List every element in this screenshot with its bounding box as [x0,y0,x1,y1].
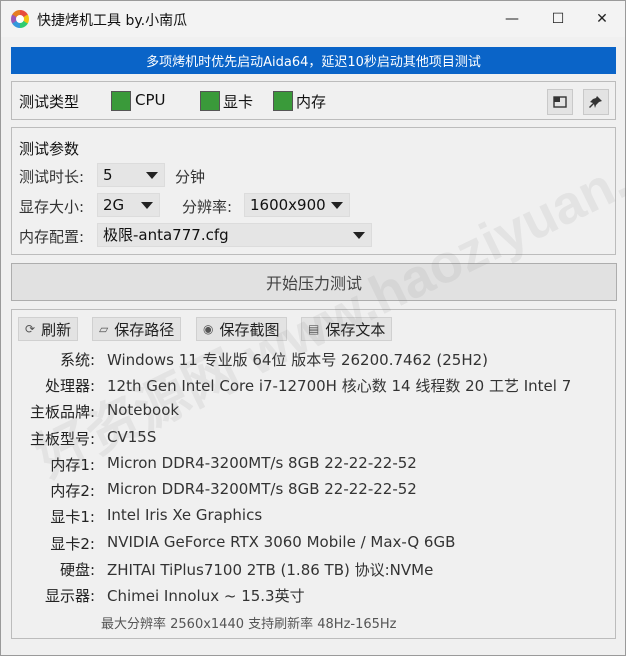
document-icon: ▤ [308,322,320,336]
window-title: 快捷烤机工具 by.小南瓜 [37,13,188,29]
chevron-down-icon [353,232,365,239]
save-screenshot-label: 保存截图 [219,320,280,339]
info-banner: 多项烤机时优先启动Aida64，延迟10秒启动其他项目测试 [11,47,616,74]
info-label: 显卡1: [50,508,95,526]
folder-icon: ▱ [99,322,109,336]
start-stress-test-button[interactable]: 开始压力测试 [11,263,617,301]
resolution-value: 1600x900 [250,196,326,214]
memory-config-value: 极限-anta777.cfg [103,226,229,244]
refresh-icon: ⟳ [25,322,36,336]
refresh-label: 刷新 [41,320,72,339]
app-logo-icon [11,10,29,28]
save-path-button[interactable]: ▱ 保存路径 [92,317,182,341]
info-value-disk: ZHITAI TiPlus7100 2TB (1.86 TB) 协议:NVMe [107,561,434,579]
chevron-down-icon [146,172,158,179]
camera-icon: ◉ [203,322,214,336]
resolution-select[interactable]: 1600x900 [244,193,350,217]
vram-label: 显存大小: [19,198,85,216]
refresh-button[interactable]: ⟳ 刷新 [18,317,79,341]
memory-checkbox-label[interactable]: 内存 [296,91,326,112]
minimize-button[interactable]: — [489,1,535,37]
info-label: 主板品牌: [29,403,95,421]
memory-config-select[interactable]: 极限-anta777.cfg [97,223,372,247]
test-params-group: 测试参数 测试时长: 5 分钟 显存大小: 2G 分辨率: 1600x900 内… [11,127,616,255]
duration-value: 5 [103,166,113,184]
memory-checkbox[interactable] [273,91,293,111]
save-screenshot-button[interactable]: ◉ 保存截图 [196,317,287,341]
chevron-down-icon [141,202,153,209]
info-value-cpu: 12th Gen Intel Core i7-12700H 核心数 14 线程数… [107,377,572,395]
info-value-gpu1: Intel Iris Xe Graphics [107,506,263,524]
info-label: 内存1: [50,456,95,474]
test-type-label: 测试类型 [19,93,80,111]
save-text-button[interactable]: ▤ 保存文本 [301,317,393,341]
params-title: 测试参数 [19,140,80,158]
info-label: 显示器: [44,587,95,605]
cpu-checkbox-label[interactable]: CPU [135,91,166,109]
info-value-memory2: Micron DDR4-3200MT/s 8GB 22-22-22-52 [107,480,417,498]
test-type-group: 测试类型 CPU 显卡 内存 [11,81,616,120]
info-label: 处理器: [44,377,95,395]
window-icon[interactable] [547,89,573,115]
info-label: 硬盘: [59,561,95,579]
maximize-button[interactable]: ☐ [535,1,581,37]
duration-select[interactable]: 5 [97,163,165,187]
info-label: 主板型号: [29,430,95,448]
close-button[interactable]: ✕ [579,1,625,37]
cpu-checkbox[interactable] [111,91,131,111]
info-value-gpu2: NVIDIA GeForce RTX 3060 Mobile / Max-Q 6… [107,533,456,551]
display-capabilities-note: 最大分辨率 2560x1440 支持刷新率 48Hz-165Hz [101,617,397,632]
memory-config-label: 内存配置: [19,228,85,246]
info-value-os: Windows 11 专业版 64位 版本号 26200.7462 (25H2) [107,351,489,369]
save-path-label: 保存路径 [114,320,175,339]
info-value-display: Chimei Innolux ~ 15.3英寸 [107,587,305,605]
pin-icon[interactable] [583,89,609,115]
chevron-down-icon [331,202,343,209]
app-window: 快捷烤机工具 by.小南瓜 — ☐ ✕ 多项烤机时优先启动Aida64，延迟10… [0,0,626,656]
title-bar[interactable]: 快捷烤机工具 by.小南瓜 — ☐ ✕ [1,1,625,37]
gpu-checkbox[interactable] [200,91,220,111]
info-label: 系统: [59,351,95,369]
info-value-board-brand: Notebook [107,401,180,419]
info-label: 内存2: [50,482,95,500]
gpu-checkbox-label[interactable]: 显卡 [223,91,253,112]
save-text-label: 保存文本 [325,320,386,339]
resolution-label: 分辨率: [182,198,233,216]
info-label: 显卡2: [50,535,95,553]
duration-label: 测试时长: [19,168,85,186]
info-value-board-model: CV15S [107,428,157,446]
vram-select[interactable]: 2G [97,193,160,217]
duration-unit: 分钟 [175,168,206,186]
vram-value: 2G [103,196,125,214]
info-value-memory1: Micron DDR4-3200MT/s 8GB 22-22-22-52 [107,454,417,472]
